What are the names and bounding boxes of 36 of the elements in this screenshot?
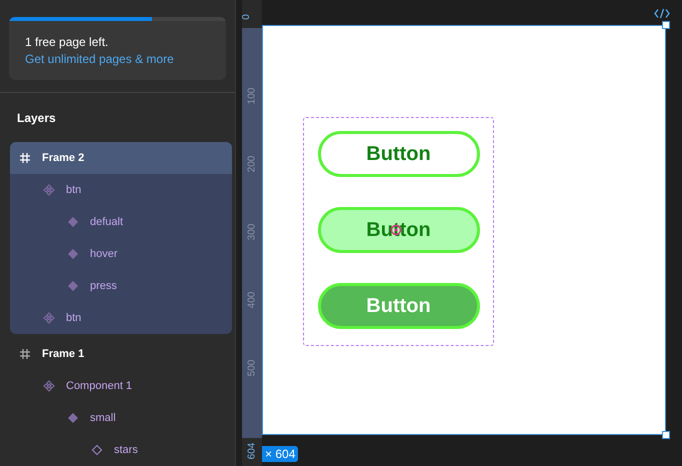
ruler-label: 100: [246, 88, 258, 104]
ruler-label: 200: [246, 156, 258, 172]
layer-row[interactable]: Frame 1: [10, 338, 232, 370]
diamond-icon: [67, 248, 79, 260]
size-badge: × 604: [262, 446, 298, 462]
layer-row[interactable]: stars: [10, 434, 232, 466]
ruler-label: 604: [246, 442, 258, 460]
component-icon: [43, 312, 55, 324]
layer-row[interactable]: btn: [10, 302, 232, 334]
resize-handle[interactable]: [662, 431, 670, 439]
diamond-icon: [67, 216, 79, 228]
ruler-label: 500: [246, 360, 258, 376]
layer-row[interactable]: hover: [10, 238, 232, 270]
code-icon[interactable]: [654, 8, 670, 19]
component-icon: [43, 184, 55, 196]
variant-button[interactable]: Button: [318, 283, 480, 329]
component-icon: [43, 380, 55, 392]
diamond-outline-icon: [91, 444, 103, 456]
upgrade-link[interactable]: Get unlimited pages & more: [25, 51, 210, 67]
layer-row[interactable]: btn: [10, 174, 232, 206]
ruler-label: 400: [246, 292, 258, 308]
frame-hash-icon: [19, 348, 31, 360]
layer-row[interactable]: press: [10, 270, 232, 302]
layer-row[interactable]: small: [10, 402, 232, 434]
layer-row[interactable]: Component 1: [10, 370, 232, 402]
free-pages-message: 1 free page left.: [25, 34, 110, 50]
ruler-label: 0: [240, 14, 253, 20]
frame-hash-icon: [19, 152, 31, 164]
diamond-icon: [67, 412, 79, 424]
layers-title: Layers: [17, 111, 56, 125]
layer-row[interactable]: defualt: [10, 206, 232, 238]
diamond-icon: [67, 280, 79, 292]
resize-handle[interactable]: [662, 21, 670, 29]
ruler-label: 300: [246, 224, 258, 240]
variant-button[interactable]: Button: [318, 131, 480, 177]
layer-row[interactable]: Frame 2: [10, 142, 232, 174]
